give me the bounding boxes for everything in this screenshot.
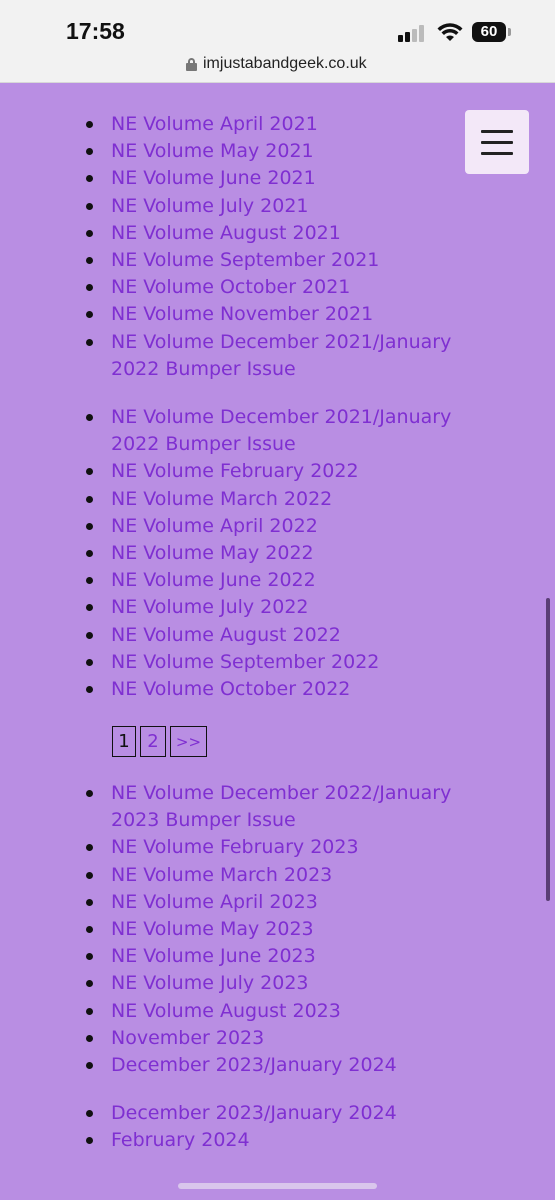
issue-link[interactable]: NE Volume June 2022: [111, 569, 316, 591]
issue-link[interactable]: NE Volume June 2021: [111, 167, 316, 189]
url-text: imjustabandgeek.co.uk: [203, 55, 367, 72]
list-item: NE Volume July 2021: [85, 193, 505, 220]
issue-list-2021: NE Volume April 2021 NE Volume May 2021 NE…: [85, 111, 505, 383]
page-2-link[interactable]: 2: [140, 726, 166, 757]
issue-link[interactable]: NE Volume December 2022/January 2023 Bum…: [111, 782, 451, 831]
issue-link[interactable]: NE Volume March 2023: [111, 864, 332, 886]
list-item: NE Volume July 2023: [85, 970, 505, 997]
list-item: NE Volume August 2023: [85, 998, 505, 1025]
issue-link[interactable]: NE Volume February 2023: [111, 836, 359, 858]
issue-link[interactable]: NE Volume July 2021: [111, 195, 309, 217]
lock-icon: [186, 57, 197, 71]
list-item: NE Volume May 2022: [85, 540, 505, 567]
hamburger-line: [481, 152, 513, 155]
issue-link[interactable]: NE Volume April 2022: [111, 515, 318, 537]
issue-link[interactable]: NE Volume May 2023: [111, 918, 314, 940]
issue-link[interactable]: NE Volume April 2021: [111, 113, 318, 135]
cellular-signal-icon: [398, 24, 428, 42]
issue-link[interactable]: NE Volume December 2021/January 2022 Bum…: [111, 406, 451, 455]
page-1-current: 1: [112, 726, 136, 757]
issue-link[interactable]: NE Volume February 2022: [111, 460, 359, 482]
list-item: NE Volume December 2021/January 2022 Bum…: [85, 329, 505, 383]
issue-list-2023: NE Volume December 2022/January 2023 Bum…: [85, 780, 505, 1079]
list-item: NE Volume October 2021: [85, 274, 505, 301]
list-item: NE Volume February 2023: [85, 834, 505, 861]
address-bar[interactable]: imjustabandgeek.co.uk: [0, 50, 555, 83]
battery-nub: [508, 28, 511, 36]
list-item: NE Volume April 2023: [85, 889, 505, 916]
issue-link[interactable]: December 2023/January 2024: [111, 1054, 397, 1076]
issue-link[interactable]: NE Volume May 2021: [111, 140, 314, 162]
list-item: NE Volume March 2023: [85, 862, 505, 889]
list-item: November 2023: [85, 1025, 505, 1052]
issue-link[interactable]: NE Volume November 2021: [111, 303, 373, 325]
issue-link[interactable]: NE Volume August 2023: [111, 1000, 341, 1022]
next-page-link[interactable]: >>: [170, 726, 207, 757]
list-item: NE Volume December 2021/January 2022 Bum…: [85, 404, 505, 458]
hamburger-menu-icon: [481, 130, 513, 133]
issue-link[interactable]: NE Volume December 2021/January 2022 Bum…: [111, 331, 451, 380]
list-item: NE Volume July 2022: [85, 594, 505, 621]
issue-link[interactable]: NE Volume July 2023: [111, 972, 309, 994]
battery-icon: 60: [472, 22, 506, 42]
issue-link[interactable]: February 2024: [111, 1129, 250, 1151]
list-item: February 2024: [85, 1127, 505, 1154]
issue-link[interactable]: December 2023/January 2024: [111, 1102, 397, 1124]
issue-list-2022: NE Volume December 2021/January 2022 Bum…: [85, 404, 505, 703]
hamburger-menu-button[interactable]: [465, 110, 529, 174]
issue-link[interactable]: NE Volume August 2021: [111, 222, 341, 244]
list-item: NE Volume April 2021: [85, 111, 505, 138]
scrollbar[interactable]: [546, 598, 550, 901]
issue-link[interactable]: NE Volume October 2021: [111, 276, 350, 298]
hamburger-line: [481, 141, 513, 144]
issue-link[interactable]: NE Volume April 2023: [111, 891, 318, 913]
list-item: NE Volume August 2022: [85, 622, 505, 649]
issue-link[interactable]: NE Volume May 2022: [111, 542, 314, 564]
issue-link[interactable]: NE Volume October 2022: [111, 678, 350, 700]
issue-link[interactable]: NE Volume September 2021: [111, 249, 379, 271]
list-item: NE Volume May 2023: [85, 916, 505, 943]
issue-list-2024: December 2023/January 2024 February 2024: [85, 1100, 505, 1154]
issue-link[interactable]: NE Volume August 2022: [111, 624, 341, 646]
list-item: NE Volume November 2021: [85, 301, 505, 328]
list-item: NE Volume December 2022/January 2023 Bum…: [85, 780, 505, 834]
issue-link[interactable]: NE Volume March 2022: [111, 488, 332, 510]
list-item: NE Volume August 2021: [85, 220, 505, 247]
list-item: NE Volume September 2022: [85, 649, 505, 676]
pagination: 1 2 >>: [112, 726, 207, 757]
issue-link[interactable]: NE Volume July 2022: [111, 596, 309, 618]
list-item: NE Volume February 2022: [85, 458, 505, 485]
list-item: December 2023/January 2024: [85, 1052, 505, 1079]
home-indicator[interactable]: [178, 1183, 377, 1189]
status-bar: 17:58 60: [0, 0, 555, 50]
list-item: NE Volume June 2021: [85, 165, 505, 192]
issue-link[interactable]: NE Volume September 2022: [111, 651, 379, 673]
list-item: NE Volume October 2022: [85, 676, 505, 703]
list-item: NE Volume June 2022: [85, 567, 505, 594]
list-item: NE Volume September 2021: [85, 247, 505, 274]
wifi-icon: [437, 23, 463, 41]
list-item: NE Volume April 2022: [85, 513, 505, 540]
issue-link[interactable]: NE Volume June 2023: [111, 945, 316, 967]
issue-link[interactable]: November 2023: [111, 1027, 264, 1049]
list-item: NE Volume March 2022: [85, 486, 505, 513]
status-time: 17:58: [66, 18, 125, 44]
list-item: NE Volume May 2021: [85, 138, 505, 165]
list-item: December 2023/January 2024: [85, 1100, 505, 1127]
list-item: NE Volume June 2023: [85, 943, 505, 970]
